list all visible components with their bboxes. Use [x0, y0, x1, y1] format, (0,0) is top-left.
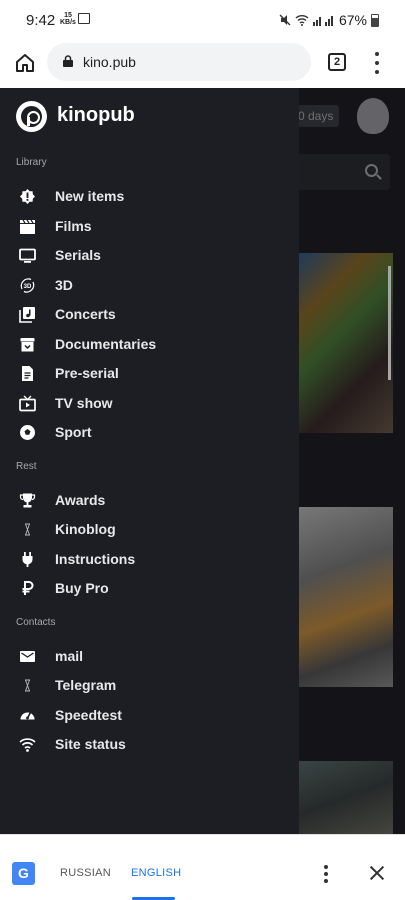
battery-icon: [371, 13, 379, 27]
nav-item-label: Speedtest: [55, 707, 122, 723]
browser-toolbar: kino.pub 2: [0, 40, 405, 88]
nav-item-label: New items: [55, 188, 125, 204]
hourglass-icon: [25, 523, 30, 536]
clapperboard-icon: [20, 219, 35, 234]
alert-icon: [20, 189, 35, 204]
nav-item-tv-show[interactable]: TV show: [0, 389, 299, 417]
battery-percent: 67%: [338, 12, 367, 28]
translate-bar: G RUSSIAN ENGLISH: [0, 834, 405, 900]
navigation-drawer: kinopub Library New items Films Serials …: [0, 88, 299, 834]
lang-target-tab[interactable]: ENGLISH: [131, 867, 181, 879]
nav-item-mail[interactable]: mail: [0, 642, 299, 670]
url-text: kino.pub: [83, 54, 136, 70]
mail-icon: [20, 651, 35, 662]
power-plug-icon: [22, 552, 33, 567]
nav-item-label: Buy Pro: [55, 580, 109, 596]
ruble-icon: [22, 581, 34, 595]
nav-item-concerts[interactable]: Concerts: [0, 300, 299, 328]
clock: 9:42: [26, 12, 56, 29]
status-icons: 67%: [279, 12, 379, 28]
nav-item-label: Films: [55, 218, 92, 234]
tab-switcher-button[interactable]: 2: [328, 53, 346, 71]
nav-item-site-status[interactable]: Site status: [0, 730, 299, 758]
nav-item-3d[interactable]: 3D 3D: [0, 271, 299, 299]
nav-item-buy-pro[interactable]: Buy Pro: [0, 574, 299, 602]
nav-item-label: Serials: [55, 247, 101, 263]
nav-item-label: Documentaries: [55, 336, 157, 352]
nav-item-serials[interactable]: Serials: [0, 241, 299, 269]
nav-item-kinoblog[interactable]: Kinoblog: [0, 515, 299, 543]
nav-item-telegram[interactable]: Telegram: [0, 671, 299, 699]
translate-menu-icon[interactable]: [323, 865, 329, 883]
svg-text:3D: 3D: [24, 284, 32, 290]
lang-source-tab[interactable]: RUSSIAN: [60, 867, 111, 879]
nav-item-label: Instructions: [55, 551, 136, 567]
nav-item-label: Awards: [55, 492, 106, 508]
tv-icon: [19, 248, 36, 263]
speedometer-icon: [20, 712, 35, 720]
nav-item-pre-serial[interactable]: Pre-serial: [0, 359, 299, 387]
wifi-status-icon: [295, 15, 309, 26]
nav-item-documentaries[interactable]: Documentaries: [0, 330, 299, 358]
nav-item-label: mail: [55, 648, 84, 664]
archive-icon: [20, 338, 35, 352]
mute-icon: [279, 14, 291, 26]
nav-item-label: 3D: [55, 277, 73, 293]
music-library-icon: [19, 307, 35, 323]
address-bar[interactable]: kino.pub: [47, 43, 311, 81]
nav-item-instructions[interactable]: Instructions: [0, 545, 299, 573]
nav-item-label: Telegram: [55, 677, 117, 693]
image-notification-icon: [78, 13, 90, 24]
page-content: 0 days kinopub Library New items Films S…: [0, 88, 405, 834]
soccer-ball-icon: [20, 425, 35, 440]
kinopub-logo-icon: [16, 101, 47, 132]
signal-icon: [312, 16, 333, 26]
live-tv-icon: [19, 395, 36, 412]
trophy-icon: [19, 493, 36, 508]
nav-item-label: TV show: [55, 395, 113, 411]
nav-item-label: Concerts: [55, 306, 116, 322]
nav-item-label: Site status: [55, 736, 126, 752]
nav-item-awards[interactable]: Awards: [0, 486, 299, 514]
network-speed: 15 KB/s: [60, 12, 76, 26]
nav-item-label: Sport: [55, 424, 92, 440]
hourglass-icon: [25, 679, 30, 692]
browser-menu-icon[interactable]: [370, 52, 384, 74]
nav-item-new-items[interactable]: New items: [0, 182, 299, 210]
status-bar: 9:42 15 KB/s 67%: [0, 0, 405, 40]
brand-name: kinopub: [57, 104, 135, 126]
close-icon[interactable]: [368, 864, 386, 882]
home-icon[interactable]: [14, 52, 36, 74]
nav-item-label: Kinoblog: [55, 521, 116, 537]
google-translate-icon: G: [12, 862, 35, 885]
section-library-heading: Library: [16, 157, 47, 168]
section-rest-heading: Rest: [16, 461, 37, 472]
nav-item-films[interactable]: Films: [0, 212, 299, 240]
nav-item-speedtest[interactable]: Speedtest: [0, 701, 299, 729]
3d-rotation-icon: 3D: [20, 278, 35, 293]
nav-item-label: Pre-serial: [55, 365, 119, 381]
section-contacts-heading: Contacts: [16, 617, 56, 628]
lock-icon: [63, 55, 73, 67]
document-icon: [22, 366, 33, 381]
wifi-icon: [19, 738, 36, 752]
nav-item-sport[interactable]: Sport: [0, 418, 299, 446]
